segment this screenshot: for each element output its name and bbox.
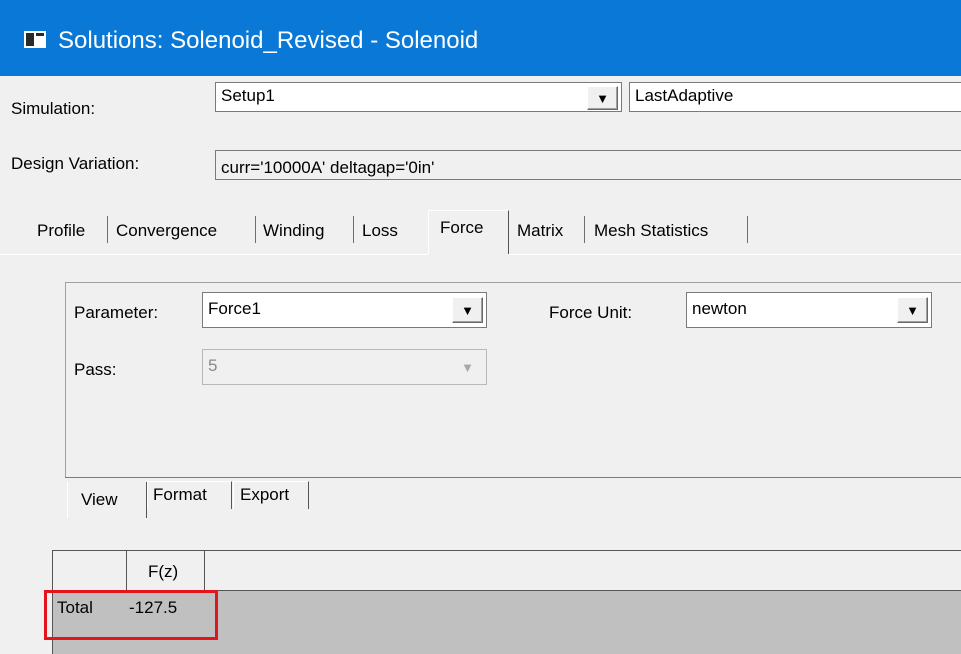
design-variation-field[interactable]: curr='10000A' deltagap='0in': [215, 150, 961, 180]
tab-separator: [255, 216, 256, 243]
tab-force[interactable]: Force: [440, 217, 483, 239]
grid-column-divider: [204, 551, 205, 591]
tab-mesh-statistics[interactable]: Mesh Statistics: [594, 220, 708, 242]
subtab-export[interactable]: Export: [233, 481, 309, 509]
title-bar: Solutions: Solenoid_Revised - Solenoid: [0, 0, 961, 76]
parameter-dropdown-button[interactable]: ▼: [452, 297, 483, 323]
tab-winding[interactable]: Winding: [263, 220, 324, 242]
simulation-solution-select[interactable]: LastAdaptive: [629, 82, 961, 112]
subtab-view-label: View: [81, 490, 118, 509]
tab-separator: [353, 216, 354, 243]
design-variation-value: curr='10000A' deltagap='0in': [221, 158, 435, 177]
tab-separator: [747, 216, 748, 243]
pass-label: Pass:: [74, 360, 117, 379]
subtab-format-label: Format: [153, 485, 207, 504]
pass-value: 5: [208, 356, 218, 375]
tab-convergence[interactable]: Convergence: [116, 220, 217, 242]
chevron-down-icon: ▼: [906, 302, 919, 318]
simulation-setup-dropdown-button[interactable]: ▼: [587, 86, 618, 110]
pass-select: 5: [202, 349, 487, 385]
simulation-label: Simulation:: [11, 99, 96, 118]
grid-header: [53, 551, 961, 591]
tab-matrix[interactable]: Matrix: [517, 220, 563, 242]
simulation-setup-value: Setup1: [221, 86, 275, 105]
subtab-format[interactable]: Format: [147, 481, 232, 509]
chevron-down-icon: ▼: [461, 359, 474, 375]
design-variation-label: Design Variation:: [11, 154, 140, 173]
subtab-export-label: Export: [240, 485, 290, 504]
force-unit-dropdown-button[interactable]: ▼: [897, 297, 928, 323]
force-unit-label: Force Unit:: [549, 303, 633, 322]
simulation-solution-value: LastAdaptive: [635, 86, 734, 105]
tab-profile[interactable]: Profile: [37, 220, 85, 242]
tab-panel-edge-left: [0, 254, 428, 255]
window-app-icon: [24, 31, 46, 48]
tab-loss[interactable]: Loss: [362, 220, 398, 242]
parameter-select[interactable]: Force1: [202, 292, 487, 328]
parameter-value: Force1: [208, 299, 261, 318]
tab-panel-edge-right: [509, 254, 961, 255]
grid-column-divider: [126, 551, 127, 591]
tab-separator: [584, 216, 585, 243]
window-title: Solutions: Solenoid_Revised - Solenoid: [58, 27, 479, 54]
chevron-down-icon: ▼: [461, 302, 474, 318]
column-header-fz[interactable]: F(z): [148, 561, 178, 583]
force-unit-value: newton: [692, 299, 747, 318]
pass-dropdown-button: ▼: [452, 354, 483, 380]
force-unit-select[interactable]: newton: [686, 292, 932, 328]
parameter-label: Parameter:: [74, 303, 159, 322]
subtab-view[interactable]: View: [67, 482, 147, 518]
highlight-box: [44, 590, 218, 640]
chevron-down-icon: ▼: [596, 90, 609, 106]
force-settings-panel-edge: [65, 477, 961, 478]
simulation-setup-select[interactable]: Setup1: [215, 82, 622, 112]
tab-separator: [107, 216, 108, 243]
